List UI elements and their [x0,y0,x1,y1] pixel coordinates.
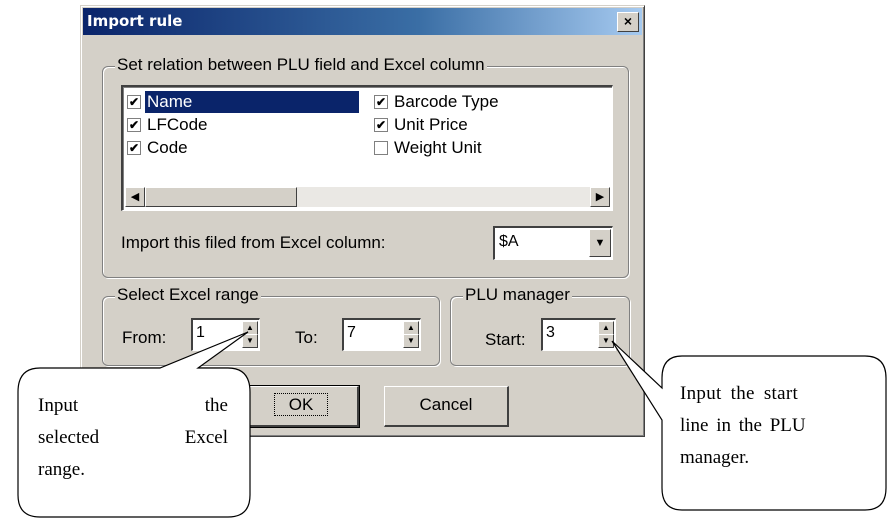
right-callout-line-3: manager. [680,447,750,468]
right-callout-text: Input the start line in the PLU manager. [680,378,870,474]
right-callout-line-1: Input the start [680,383,799,404]
left-callout-line-2: selected Excel [38,422,228,454]
left-callout-text: Input the selected Excel range. [38,390,228,486]
right-callout-line-2: line in the PLU [680,415,806,436]
callout-word: selected [38,427,100,448]
left-callout-line-1: Input the [38,390,228,422]
callout-word: the [204,395,228,416]
callout-word: Excel [184,427,228,448]
left-callout-line-3: range. [38,459,85,480]
callout-word: Input [38,395,79,416]
